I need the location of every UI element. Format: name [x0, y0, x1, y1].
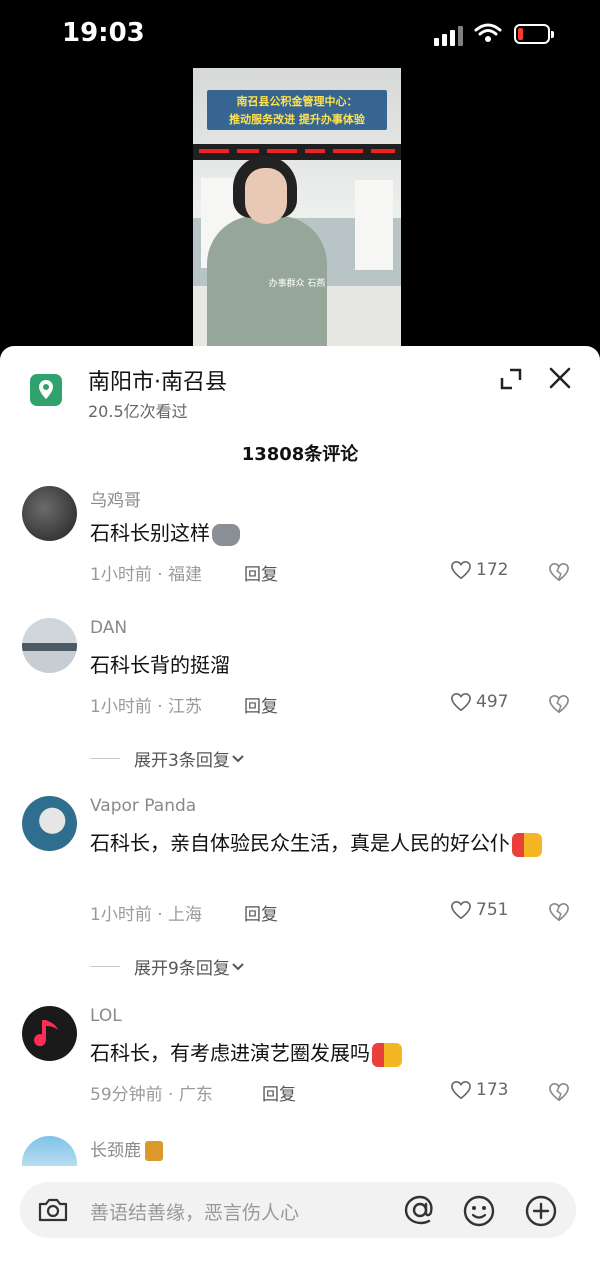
status-bar: 19:03	[0, 0, 600, 70]
signal-icon	[434, 26, 466, 46]
giraffe-emoji-icon	[145, 1141, 163, 1161]
comment-username[interactable]: 乌鸡哥	[90, 486, 141, 511]
comment-username[interactable]: Vapor Panda	[90, 796, 196, 816]
wifi-icon	[474, 23, 502, 42]
battery-icon	[514, 24, 554, 44]
comment-meta: 1小时前 · 上海	[90, 905, 203, 925]
heart-icon	[451, 1080, 471, 1100]
dislike-icon[interactable]	[548, 562, 570, 582]
like-count: 751	[476, 900, 509, 920]
expand-replies-label: 展开3条回复	[134, 751, 230, 771]
comment-input[interactable]: 善语结善缘，恶言伤人心	[90, 1198, 299, 1225]
heart-icon	[451, 560, 471, 580]
comment-username[interactable]: 长颈鹿	[90, 1136, 163, 1161]
close-icon[interactable]	[546, 364, 574, 392]
comment-text: 石科长背的挺溜	[90, 653, 230, 677]
dislike-icon[interactable]	[548, 902, 570, 922]
comment-text: 石科长别这样	[90, 516, 590, 550]
dislike-icon[interactable]	[548, 694, 570, 714]
thumbs-up-emoji-icon	[512, 832, 542, 857]
avatar[interactable]	[22, 1006, 77, 1061]
like-button[interactable]: 173	[450, 1080, 508, 1100]
expand-replies-button[interactable]: 展开3条回复	[90, 746, 246, 771]
comment-meta: 59分钟前 · 广东	[90, 1085, 213, 1105]
like-button[interactable]: 497	[450, 692, 508, 712]
comment-meta: 1小时前 · 福建	[90, 565, 203, 585]
reply-button[interactable]: 回复	[244, 900, 278, 925]
video-headline-2: 推动服务改进 提升办事体验	[229, 113, 365, 126]
expand-replies-button[interactable]: 展开9条回复	[90, 954, 246, 979]
avatar[interactable]	[22, 796, 77, 851]
like-button[interactable]: 751	[450, 900, 508, 920]
comment-input-bar[interactable]: 善语结善缘，恶言伤人心	[20, 1182, 576, 1238]
dislike-icon[interactable]	[548, 1082, 570, 1102]
expand-replies-label: 展开9条回复	[134, 959, 230, 979]
location-title[interactable]: 南阳市·南召县	[88, 364, 227, 396]
status-time: 19:03	[62, 18, 145, 48]
avatar[interactable]	[22, 486, 77, 541]
comment-username[interactable]: DAN	[90, 618, 127, 638]
expand-icon[interactable]	[498, 366, 524, 392]
like-button[interactable]: 172	[450, 560, 508, 580]
reply-button[interactable]: 回复	[262, 1080, 296, 1105]
emoji-icon[interactable]	[462, 1194, 496, 1228]
video-subtitle: 办事群众 石燕	[268, 279, 326, 289]
thumbs-up-emoji-icon	[372, 1042, 402, 1067]
video-player[interactable]: 南召县公积金管理中心： 推动服务改进 提升办事体验 办事群众 石燕	[193, 68, 401, 358]
chevron-down-icon	[232, 962, 244, 970]
reply-button[interactable]: 回复	[244, 560, 278, 585]
location-views: 20.5亿次看过	[88, 402, 188, 421]
video-headline-1: 南召县公积金管理中心：	[236, 95, 358, 108]
location-icon[interactable]	[30, 374, 62, 406]
camera-icon[interactable]	[36, 1196, 70, 1224]
like-count: 173	[476, 1080, 509, 1100]
plus-icon[interactable]	[524, 1194, 558, 1228]
at-icon[interactable]	[402, 1194, 438, 1226]
avatar[interactable]	[22, 1136, 77, 1166]
heart-icon	[451, 900, 471, 920]
comment-text: 石科长，有考虑进演艺圈发展吗	[90, 1036, 590, 1070]
heart-icon	[451, 692, 471, 712]
comment-sheet: 南阳市·南召县 20.5亿次看过 13808条评论 乌鸡哥 石科长别这样 1小时…	[0, 346, 600, 1261]
avatar[interactable]	[22, 618, 77, 673]
comment-username[interactable]: LOL	[90, 1006, 122, 1026]
chevron-down-icon	[232, 754, 244, 762]
music-note-icon	[34, 1020, 58, 1047]
comment-meta: 1小时前 · 江苏	[90, 697, 203, 717]
comment-count: 13808条评论	[241, 444, 359, 465]
reply-button[interactable]: 回复	[244, 692, 278, 717]
like-count: 172	[476, 560, 509, 580]
comment-text: 石科长，亲自体验民众生活，真是人民的好公仆	[90, 826, 590, 860]
cat-emoji-icon	[212, 523, 240, 546]
like-count: 497	[476, 692, 509, 712]
